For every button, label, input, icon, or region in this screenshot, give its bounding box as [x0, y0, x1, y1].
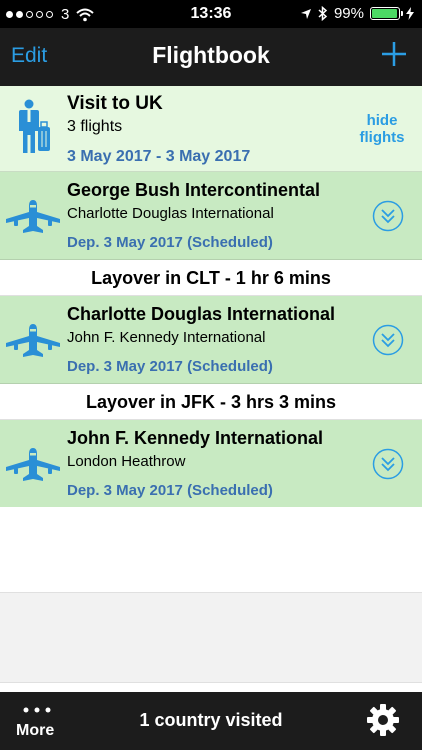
flight-row[interactable]: George Bush Intercontinental Charlotte D…	[0, 172, 422, 260]
traveler-with-luggage-icon	[19, 99, 50, 153]
navigation-bar: Edit Flightbook	[0, 28, 422, 86]
location-arrow-icon	[300, 8, 311, 19]
flight-departure: Dep. 3 May 2017 (Scheduled)	[67, 358, 273, 375]
flight-row[interactable]: Charlotte Douglas International John F. …	[0, 296, 422, 384]
trip-dates: 3 May 2017 - 3 May 2017	[67, 148, 251, 165]
expand-chevron-icon[interactable]	[372, 448, 404, 480]
hide-flights-label: hide	[366, 112, 398, 129]
empty-list-row	[0, 507, 422, 593]
flight-departure: Dep. 3 May 2017 (Scheduled)	[67, 482, 273, 499]
flight-origin: John F. Kennedy International	[67, 428, 324, 448]
battery-icon	[370, 7, 403, 20]
bluetooth-icon	[318, 6, 328, 21]
battery-percent: 99%	[333, 5, 364, 22]
hide-flights-button[interactable]: hide flights	[356, 112, 408, 146]
bottom-toolbar: More 1 country visited	[0, 692, 422, 750]
countries-visited-summary: 1 country visited	[139, 710, 283, 730]
flight-destination: Charlotte Douglas International	[67, 205, 274, 222]
flight-origin: George Bush Intercontinental	[67, 180, 321, 200]
empty-list-footer	[0, 593, 422, 683]
plus-icon[interactable]	[380, 40, 408, 68]
airplane-icon	[6, 448, 60, 481]
flight-row[interactable]: John F. Kennedy International London Hea…	[0, 420, 422, 508]
gear-icon[interactable]	[366, 703, 400, 737]
charging-bolt-icon	[406, 7, 414, 20]
expand-chevron-icon[interactable]	[372, 200, 404, 232]
flight-departure: Dep. 3 May 2017 (Scheduled)	[67, 234, 273, 251]
airplane-icon	[6, 200, 60, 233]
status-bar: 3 13:36 99%	[0, 0, 422, 28]
airplane-icon	[6, 324, 60, 357]
status-right: 99%	[300, 5, 414, 22]
trip-title: Visit to UK	[67, 93, 163, 114]
expand-chevron-icon[interactable]	[372, 324, 404, 356]
flight-destination: London Heathrow	[67, 453, 186, 470]
flight-origin: Charlotte Douglas International	[67, 304, 336, 324]
hide-flights-label: flights	[359, 129, 405, 146]
flight-destination: John F. Kennedy International	[67, 329, 266, 346]
page-title: Flightbook	[152, 42, 270, 68]
trip-flight-count: 3 flights	[67, 118, 123, 135]
layover-row: Layover in CLT - 1 hr 6 mins	[0, 260, 422, 296]
layover-row: Layover in JFK - 3 hrs 3 mins	[0, 384, 422, 420]
trip-header[interactable]: Visit to UK 3 flights 3 May 2017 - 3 May…	[0, 86, 422, 172]
